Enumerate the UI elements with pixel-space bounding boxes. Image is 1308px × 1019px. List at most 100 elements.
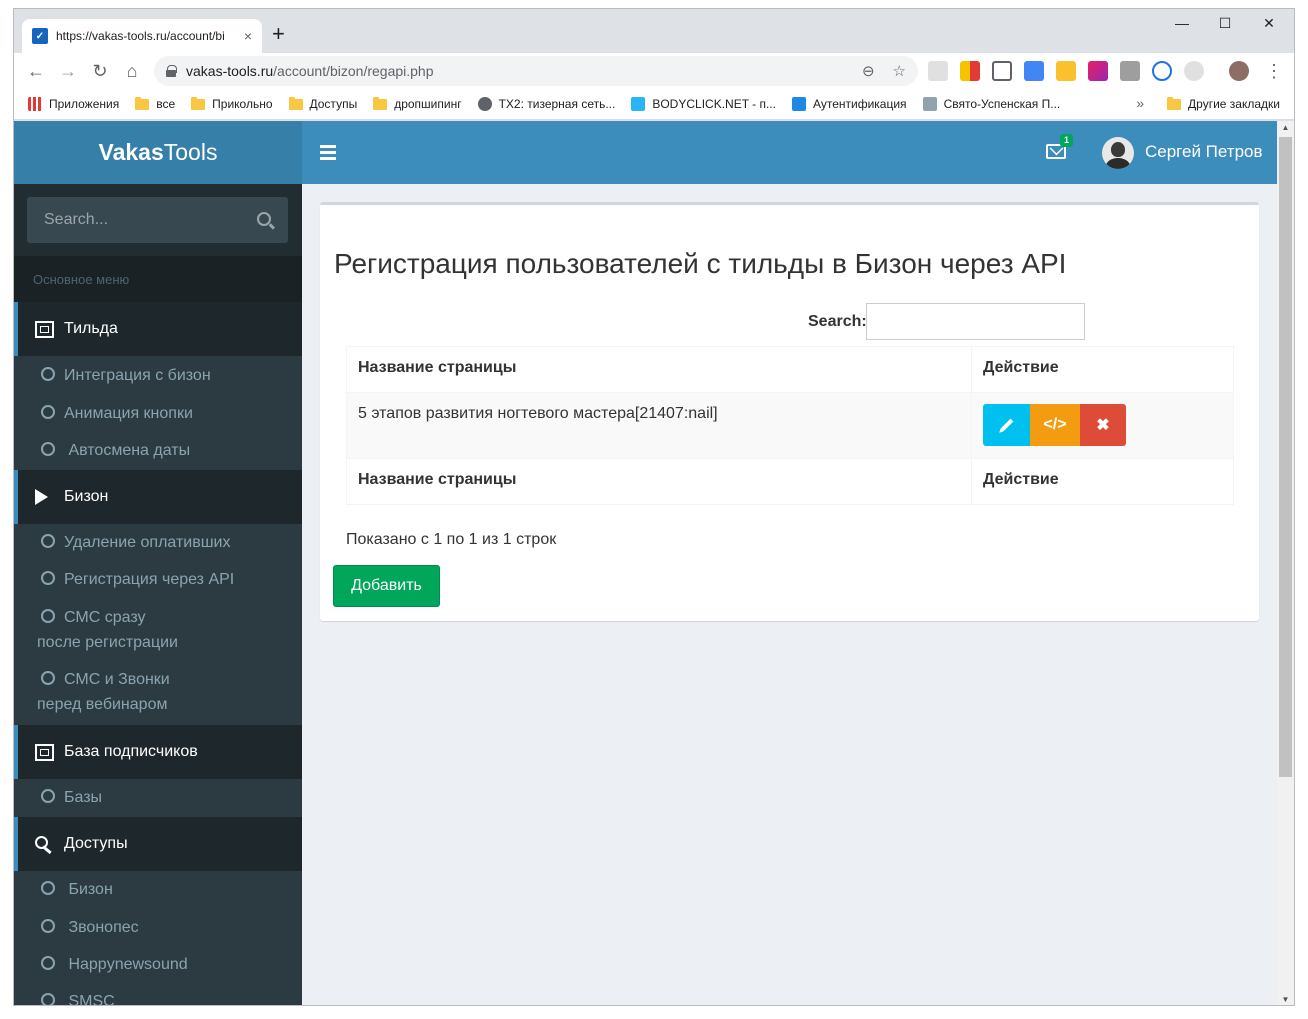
zoom-icon[interactable]: ⊖ xyxy=(862,62,875,80)
bookmark-tx2[interactable]: TX2: тизерная сеть... xyxy=(477,97,615,111)
bookmark-bodyclick[interactable]: BODYCLICK.NET - п... xyxy=(631,97,776,111)
sidebar-item-remove-paid[interactable]: Удаление оплативших xyxy=(41,530,230,555)
reload-icon[interactable]: ↻ xyxy=(88,59,112,83)
sidebar-submenu-subscribers: Базы xyxy=(14,779,302,817)
search-icon[interactable] xyxy=(257,212,271,226)
bookmarks-overflow-icon[interactable]: » xyxy=(1136,95,1144,111)
table-row: 5 этапов развития ногтевого мастера[2140… xyxy=(346,392,1234,459)
sidebar-item-button-animation[interactable]: Анимация кнопки xyxy=(41,401,193,426)
user-name[interactable]: Сергей Петров xyxy=(1145,142,1263,162)
sidebar-item-access-zvonopes[interactable]: Звонопес xyxy=(41,915,139,940)
circle-icon xyxy=(41,993,55,1005)
sidebar-section-access[interactable]: Доступы xyxy=(14,817,302,871)
column-header-page-name[interactable]: Название страницы xyxy=(346,346,972,393)
circle-icon xyxy=(41,609,55,623)
sidebar-item-access-bizon[interactable]: Бизон xyxy=(41,877,113,902)
url-host: vakas-tools.ru xyxy=(186,63,274,79)
browser-window: ✓ https://vakas-tools.ru/account/bi × + … xyxy=(13,8,1295,1006)
notes-extension-icon[interactable] xyxy=(1056,61,1076,81)
sidebar-item-label: Удаление оплативших xyxy=(64,534,231,551)
bookmark-folder-fun[interactable]: Прикольно xyxy=(191,96,273,111)
translate-extension-icon[interactable] xyxy=(1024,61,1044,81)
sidebar-item-date-autochange[interactable]: Автосмена даты xyxy=(41,438,190,463)
sidebar-section-bizon[interactable]: Бизон xyxy=(14,470,302,524)
bookmark-star-icon[interactable]: ☆ xyxy=(893,62,906,80)
browser-tab[interactable]: ✓ https://vakas-tools.ru/account/bi × xyxy=(22,19,262,53)
sidebar-section-tilda[interactable]: Тильда xyxy=(14,302,302,356)
key-icon xyxy=(35,835,54,853)
logo-light: Tools xyxy=(163,139,218,165)
minimize-button[interactable]: — xyxy=(1159,15,1205,31)
bookmark-label: BODYCLICK.NET - п... xyxy=(652,97,776,111)
site-logo[interactable]: Vakas Tools xyxy=(14,121,302,184)
table-search-input[interactable] xyxy=(866,303,1085,340)
apps-icon xyxy=(28,97,42,111)
sidebar-item-label: СМС сразу xyxy=(64,609,146,626)
bookmark-label: дропшипинг xyxy=(394,97,462,111)
sidebar-item-access-smsc[interactable]: SMSC xyxy=(41,989,115,1005)
scroll-up-icon[interactable]: ▲ xyxy=(1277,121,1294,135)
column-footer-action: Действие xyxy=(971,458,1234,505)
screenshot-extension-icon[interactable] xyxy=(992,61,1012,81)
code-button[interactable]: </> xyxy=(1030,404,1080,446)
page-viewport: VakasTools 1 Сергей Петров Основное меню… xyxy=(14,121,1278,1005)
sidebar-toggle-icon[interactable] xyxy=(320,145,336,160)
logo-bold: Vakas xyxy=(98,139,164,165)
address-bar[interactable]: vakas-tools.ru/account/bizon/regapi.php … xyxy=(154,56,918,86)
bookmark-svyato[interactable]: Свято-Успенская П... xyxy=(922,97,1061,111)
sidebar-item-label: Регистрация через API xyxy=(64,571,235,588)
sidebar-item-sms-after-registration[interactable]: СМС сразу после регистрации xyxy=(37,605,178,655)
column-header-action[interactable]: Действие xyxy=(971,346,1234,393)
other-bookmarks[interactable]: Другие закладки xyxy=(1167,96,1280,111)
bookmark-label: Свято-Успенская П... xyxy=(943,97,1061,111)
tab-strip: ✓ https://vakas-tools.ru/account/bi × + … xyxy=(14,9,1294,53)
site-icon xyxy=(922,97,937,111)
content-box: Регистрация пользователей с тильды в Биз… xyxy=(320,202,1259,621)
sidebar-submenu-tilda: Интеграция с бизон Анимация кнопки Автос… xyxy=(14,356,302,470)
add-button[interactable]: Добавить xyxy=(333,565,440,607)
home-icon[interactable]: ⌂ xyxy=(120,59,144,83)
action-cell: </> ✖ xyxy=(971,392,1234,459)
circle-icon xyxy=(41,671,55,685)
search-extension-icon[interactable] xyxy=(1152,61,1172,81)
play-icon xyxy=(35,488,54,506)
bookmark-folder-dropshipping[interactable]: дропшипинг xyxy=(373,96,462,111)
info-extension-icon[interactable] xyxy=(1184,61,1204,81)
sidebar-submenu-bizon: Удаление оплативших Регистрация через AP… xyxy=(14,524,302,725)
sidebar-item-access-happynewsound[interactable]: Happynewsound xyxy=(41,952,188,977)
circle-icon xyxy=(41,442,55,456)
maximize-button[interactable]: ☐ xyxy=(1202,15,1248,32)
sidebar-item-api-registration[interactable]: Регистрация через API xyxy=(41,567,234,592)
new-tab-button[interactable]: + xyxy=(272,23,285,45)
forward-arrow-icon[interactable]: → xyxy=(56,59,80,83)
bookmark-folder-access[interactable]: Доступы xyxy=(288,96,357,111)
tab-close-icon[interactable]: × xyxy=(244,28,252,44)
sidebar-item-sms-calls-webinar[interactable]: СМС и Звонки перед вебинаром xyxy=(37,667,170,717)
close-window-button[interactable]: ✕ xyxy=(1246,15,1292,32)
scroll-down-icon[interactable]: ▼ xyxy=(1277,993,1294,1005)
tab-title: https://vakas-tools.ru/account/bi xyxy=(56,29,225,43)
page-scrollbar[interactable]: ▲ ▼ xyxy=(1277,121,1294,1005)
back-arrow-icon[interactable]: ← xyxy=(24,59,48,83)
frame-icon xyxy=(35,320,54,338)
flag-extension-icon[interactable] xyxy=(960,61,980,81)
scrollbar-thumb[interactable] xyxy=(1279,137,1292,777)
sidebar-search xyxy=(27,197,288,243)
bookmark-folder-all[interactable]: все xyxy=(135,96,175,111)
bookmark-label: Прикольно xyxy=(212,97,273,111)
sidebar-section-subscribers[interactable]: База подписчиков xyxy=(14,725,302,779)
sidebar-item-bases[interactable]: Базы xyxy=(41,785,102,810)
profile-avatar-icon[interactable] xyxy=(1229,61,1249,81)
sidebar-search-input[interactable] xyxy=(27,197,247,243)
bookmark-apps[interactable]: Приложения xyxy=(28,97,119,111)
sidebar-item-label: СМС и Звонки xyxy=(64,671,170,688)
user-avatar[interactable] xyxy=(1102,137,1134,169)
menu-kebab-icon[interactable]: ⋮ xyxy=(1262,59,1286,83)
edit-button[interactable] xyxy=(983,404,1030,446)
sidebar-item-bizon-integration[interactable]: Интеграция с бизон xyxy=(41,363,211,388)
bookmark-auth[interactable]: Аутентификация xyxy=(791,97,907,111)
code-extension-icon[interactable] xyxy=(1120,61,1140,81)
camera-extension-icon[interactable] xyxy=(928,61,948,81)
color-extension-icon[interactable] xyxy=(1088,61,1108,81)
delete-button[interactable]: ✖ xyxy=(1080,404,1126,446)
